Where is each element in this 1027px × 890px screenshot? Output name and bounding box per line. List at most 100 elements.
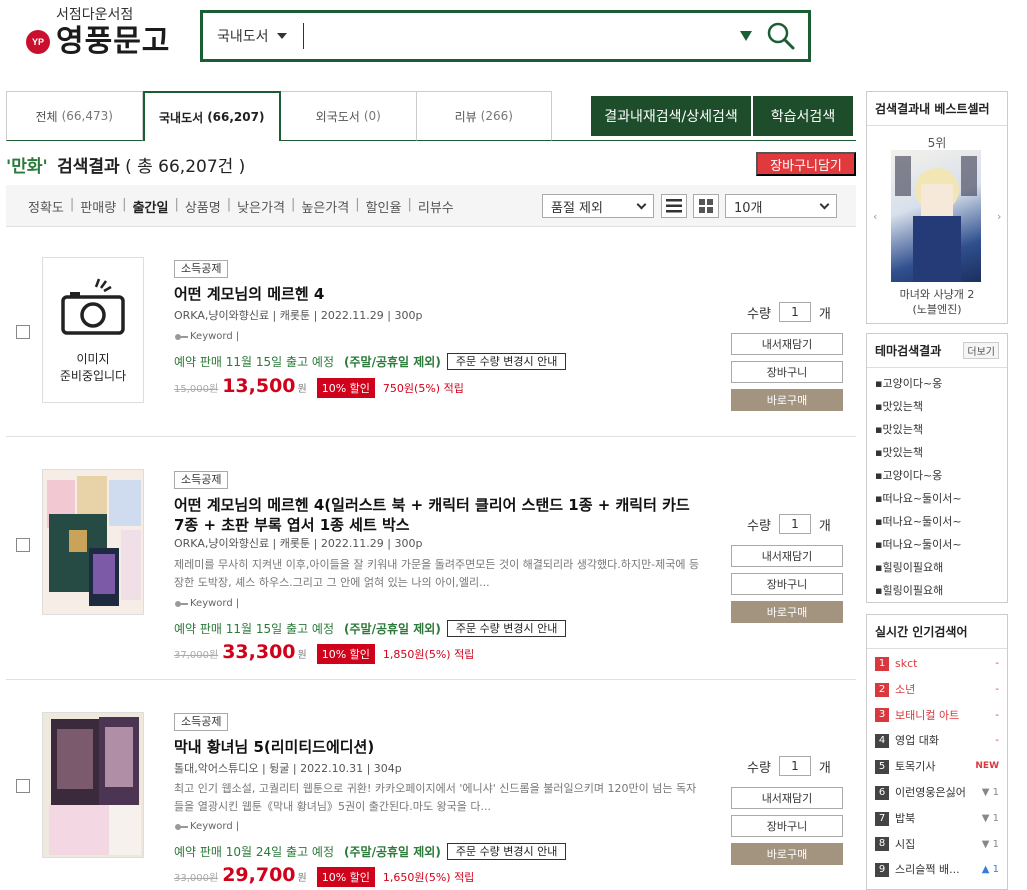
tab-review[interactable]: 리뷰 (266) — [416, 91, 552, 141]
sort-discount[interactable]: 할인율 — [360, 197, 408, 216]
item-meta: 톨대,악어스튜디오 | 뒹굴 | 2022.10.31 | 304p — [174, 762, 402, 775]
wishlist-button[interactable]: 내서재담기 — [731, 545, 843, 567]
sort-date[interactable]: 출간일 — [127, 197, 175, 216]
popular-keyword-item[interactable]: 5 토목기사 NEW — [875, 754, 999, 780]
quantity-input[interactable]: 1 — [778, 514, 811, 534]
theme-item[interactable]: ▪힐링이필요해 — [875, 556, 999, 579]
bestseller-cover[interactable] — [891, 150, 981, 282]
qty-notice-button[interactable]: 주문 수량 변경시 안내 — [446, 843, 567, 860]
tax-deduction-badge: 소득공제 — [174, 471, 229, 489]
shipping-info: 예약 판매 10월 24일 출고 예정 (주말/공휴일 제외) 주문 수량 변경… — [174, 843, 567, 860]
theme-item[interactable]: ▪맛있는책 — [875, 395, 999, 418]
item-checkbox[interactable] — [16, 325, 30, 339]
theme-item[interactable]: ▪고양이다~옹 — [875, 372, 999, 395]
theme-item[interactable]: ▪떠나요~둘이서~ — [875, 510, 999, 533]
chevron-left-icon[interactable]: ‹ — [873, 210, 877, 223]
theme-item[interactable]: ▪고양이다~옹 — [875, 464, 999, 487]
caret-down-icon — [276, 33, 287, 39]
search-icon[interactable] — [766, 21, 796, 51]
item-title[interactable]: 막내 황녀님 5(리미티드에디션) — [174, 737, 704, 757]
wishlist-button[interactable]: 내서재담기 — [731, 787, 843, 809]
item-title[interactable]: 어떤 계모님의 메르헨 4(일러스트 북 + 캐릭터 클리어 스탠드 1종 + … — [174, 495, 704, 535]
qty-notice-button[interactable]: 주문 수량 변경시 안내 — [446, 353, 567, 370]
popular-keyword-item[interactable]: 4 영업 대화 - — [875, 728, 999, 754]
tab-all[interactable]: 전체 (66,473) — [6, 91, 143, 141]
add-cart-button[interactable]: 장바구니담기 — [756, 152, 856, 176]
no-image-placeholder[interactable]: 이미지 준비중입니다 — [42, 257, 144, 403]
theme-item[interactable]: ▪힐링이필요해 — [875, 579, 999, 602]
popular-keyword-item[interactable]: 3 보태니컬 아트 - — [875, 703, 999, 729]
quantity-input[interactable]: 1 — [778, 302, 811, 322]
buy-now-button[interactable]: 바로구매 — [731, 389, 843, 411]
shipping-info: 예약 판매 11월 15일 출고 예정 (주말/공휴일 제외) 주문 수량 변경… — [174, 620, 567, 637]
cart-button[interactable]: 장바구니 — [731, 573, 843, 595]
popular-keyword-item[interactable]: 8 시집 ▼ 1 — [875, 832, 999, 858]
price-row: 33,000원 29,700 원 10% 할인 1,650원(5%) 적립 — [174, 864, 475, 887]
shipping-info: 예약 판매 11월 15일 출고 예정 (주말/공휴일 제외) 주문 수량 변경… — [174, 353, 567, 370]
search-category-select[interactable]: 국내도서 — [203, 26, 303, 46]
sort-name[interactable]: 상품명 — [179, 197, 227, 216]
study-search-button[interactable]: 학습서검색 — [753, 96, 853, 136]
theme-item[interactable]: ▪떠나요~둘이서~ — [875, 487, 999, 510]
theme-item[interactable]: ▪맛있는책 — [875, 441, 999, 464]
result-tabs: 전체 (66,473) 국내도서 (66,207) 외국도서 (0) 리뷰 (266) — [6, 91, 552, 141]
cart-button[interactable]: 장바구니 — [731, 815, 843, 837]
tax-deduction-badge: 소득공제 — [174, 260, 229, 278]
list-view-icon[interactable] — [661, 194, 687, 218]
popular-keyword-item[interactable]: 9 스리슬쩍 배... ▲ 1 — [875, 857, 999, 883]
book-cover[interactable] — [42, 712, 144, 858]
wishlist-button[interactable]: 내서재담기 — [731, 333, 843, 355]
key-icon — [175, 600, 188, 607]
autocomplete-toggle-icon[interactable] — [740, 31, 752, 41]
theme-item[interactable]: ▪떠나요~둘이서~ — [875, 533, 999, 556]
keyword-row[interactable]: Keyword | — [174, 598, 239, 609]
stock-filter-select[interactable]: 품절 제외 — [542, 194, 654, 218]
quantity-control: 수량 1 개 — [747, 302, 831, 322]
sort-low-price[interactable]: 낮은가격 — [231, 197, 291, 216]
sort-options: 정확도 | 판매량 | 출간일 | 상품명 | 낮은가격 | 높은가격 | 할인율 | 리뷰수 — [22, 197, 460, 216]
sort-accuracy[interactable]: 정확도 — [22, 197, 70, 216]
item-title[interactable]: 어떤 계모님의 메르헨 4 — [174, 284, 704, 304]
bestseller-title: 검색결과내 베스트셀러 — [867, 92, 1007, 126]
key-icon — [175, 823, 188, 830]
chevron-right-icon[interactable]: › — [997, 210, 1001, 223]
per-page-select[interactable]: 10개 — [725, 194, 837, 218]
tab-domestic[interactable]: 국내도서 (66,207) — [142, 91, 281, 141]
theme-more-button[interactable]: 더보기 — [963, 342, 999, 359]
bestseller-book-title[interactable]: 마녀와 사냥개 2 (노블엔진) — [867, 287, 1007, 317]
item-description: 제레미를 무사히 지켜낸 이후,아이들을 잘 키워내 가문을 돌려주면모든 것이… — [174, 558, 700, 589]
tab-foreign[interactable]: 외국도서 (0) — [281, 91, 417, 141]
book-cover[interactable] — [42, 469, 144, 615]
quantity-control: 수량 1 개 — [747, 514, 831, 534]
sort-high-price[interactable]: 높은가격 — [295, 197, 355, 216]
buy-now-button[interactable]: 바로구매 — [731, 601, 843, 623]
bestseller-rank: 5위 — [927, 136, 947, 150]
item-checkbox[interactable] — [16, 538, 30, 552]
qty-notice-button[interactable]: 주문 수량 변경시 안내 — [446, 620, 567, 637]
points: 750원(5%) 적립 — [382, 382, 464, 395]
popular-keyword-item[interactable]: 1 skct - — [875, 651, 999, 677]
popular-keyword-item[interactable]: 7 밥북 ▼ 1 — [875, 806, 999, 832]
grid-view-icon[interactable] — [693, 194, 719, 218]
quantity-input[interactable]: 1 — [778, 756, 811, 776]
popular-keywords-panel: 실시간 인기검색어 1 skct - 2 소년 - 3 보태니컬 아트 - 4 영업 대화 - … — [866, 614, 1008, 890]
detail-search-button[interactable]: 결과내재검색/상세검색 — [591, 96, 751, 136]
cart-button[interactable]: 장바구니 — [731, 361, 843, 383]
popular-keyword-item[interactable]: 6 이런영웅은싫어 ▼ 1 — [875, 780, 999, 806]
bestseller-panel: 검색결과내 베스트셀러 5위 ‹ › 마녀와 사냥개 2 (노블엔진) — [866, 91, 1008, 324]
quantity-control: 수량 1 개 — [747, 756, 831, 776]
buy-now-button[interactable]: 바로구매 — [731, 843, 843, 865]
sort-sales[interactable]: 판매량 — [74, 197, 122, 216]
item-checkbox[interactable] — [16, 779, 30, 793]
original-price: 37,000원 — [174, 650, 219, 661]
popular-keyword-item[interactable]: 2 소년 - — [875, 677, 999, 703]
theme-item[interactable]: ▪맛있는책 — [875, 418, 999, 441]
keyword-row[interactable]: Keyword | — [174, 821, 239, 832]
sort-reviews[interactable]: 리뷰수 — [412, 197, 460, 216]
logo[interactable]: 서점다운서점 YP 영풍문고 — [26, 4, 176, 60]
camera-icon — [61, 278, 125, 335]
search-input[interactable] — [304, 21, 740, 51]
points: 1,650원(5%) 적립 — [382, 871, 475, 884]
sort-bar: 정확도 | 판매량 | 출간일 | 상품명 | 낮은가격 | 높은가격 | 할인율 | 리뷰수… — [6, 185, 856, 227]
keyword-row[interactable]: Keyword | — [174, 331, 239, 342]
